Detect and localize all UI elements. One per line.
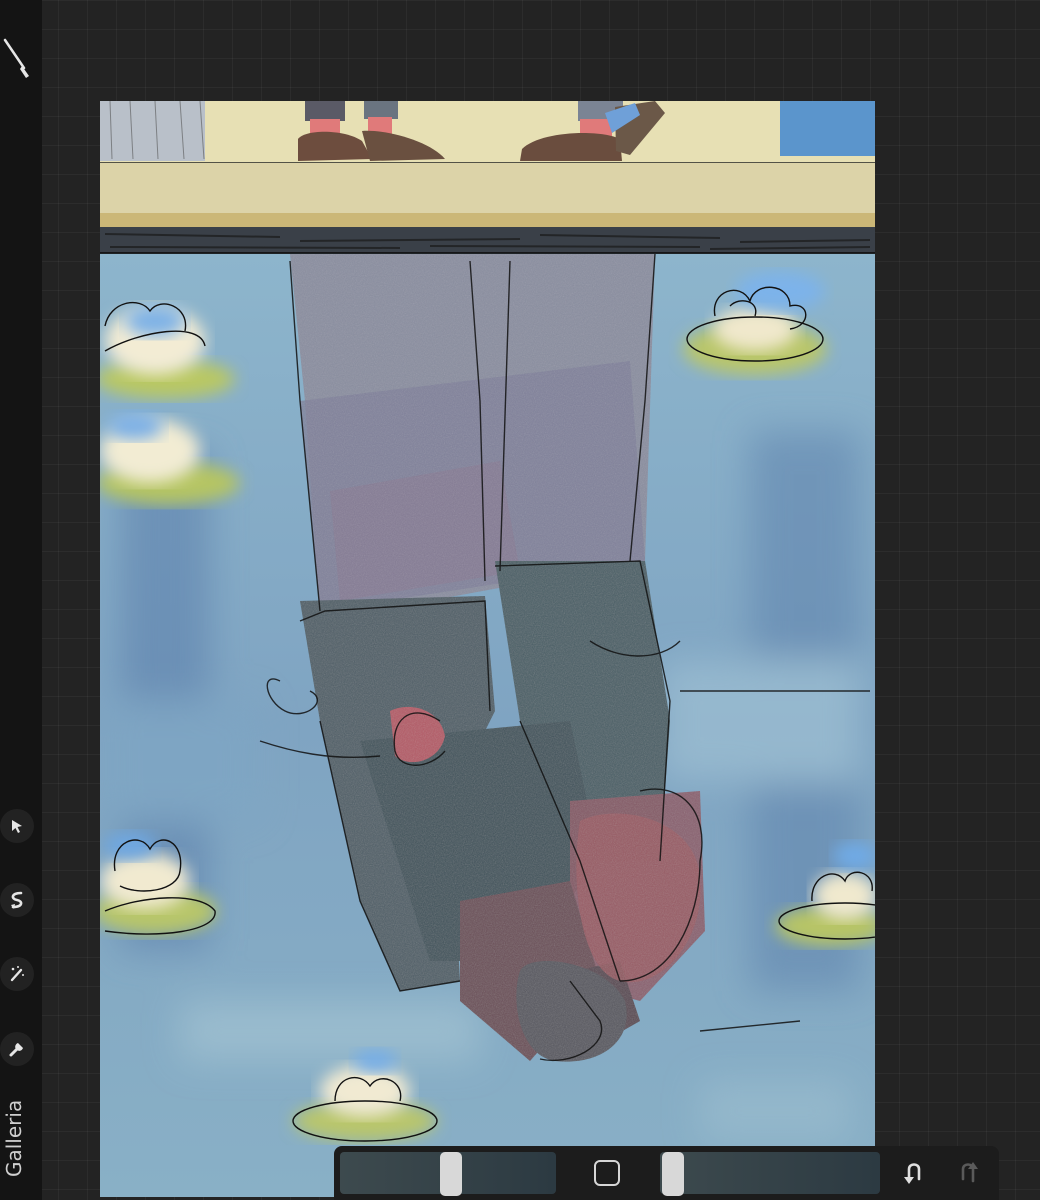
redo-button[interactable] <box>954 1158 982 1188</box>
actions-tool-button[interactable] <box>0 1032 34 1066</box>
redo-icon <box>961 1162 978 1183</box>
adjustments-tool-button[interactable] <box>0 957 34 991</box>
undo-icon <box>904 1163 921 1184</box>
magic-wand-icon <box>10 966 24 982</box>
modify-button[interactable] <box>594 1160 620 1186</box>
bottom-control-bar <box>334 1146 999 1200</box>
brush-tool-button[interactable] <box>2 36 32 80</box>
selection-tool-button[interactable] <box>0 809 34 843</box>
brush-size-slider[interactable] <box>340 1152 556 1196</box>
opacity-slider[interactable] <box>660 1152 880 1196</box>
undo-button[interactable] <box>900 1158 928 1188</box>
brush-icon <box>3 38 29 78</box>
opacity-thumb[interactable] <box>662 1152 684 1196</box>
drawing-canvas[interactable] <box>100 101 875 1197</box>
s-curve-icon <box>11 891 23 909</box>
gallery-button[interactable]: Galleria <box>1 1098 27 1178</box>
transform-tool-button[interactable] <box>0 883 34 917</box>
left-toolbar: Galleria <box>0 0 42 1200</box>
artwork <box>100 101 875 1197</box>
brush-size-thumb[interactable] <box>440 1152 462 1196</box>
wrench-icon <box>9 1043 23 1057</box>
cursor-arrow-icon <box>12 820 22 833</box>
